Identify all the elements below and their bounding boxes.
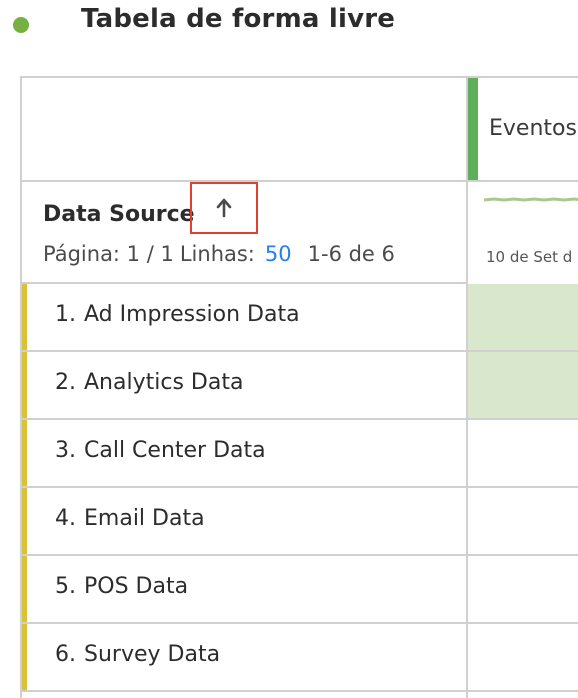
row-number: 5. [55,574,76,599]
row-text: Email Data [84,506,205,531]
row-number: 3. [55,438,76,463]
dimension-header-label[interactable]: Data Source [43,202,195,227]
row-range: 1-6 de 6 [307,242,395,266]
metric-cell[interactable] [468,284,578,352]
row-text: Survey Data [84,642,221,667]
row-number: 1. [55,302,76,327]
row-number: 2. [55,370,76,395]
table-row[interactable]: 1. Ad Impression Data [22,284,466,352]
status-dot-icon [13,17,29,33]
row-accent [22,352,27,418]
row-accent [22,556,27,622]
rows-label: Linhas: [179,242,255,266]
row-text: Ad Impression Data [84,302,300,327]
row-text: Analytics Data [84,370,244,395]
row-text: POS Data [84,574,189,599]
table-row[interactable]: 3. Call Center Data [22,420,466,488]
table-row[interactable]: 4. Email Data [22,488,466,556]
row-label[interactable]: 4. Email Data [55,506,205,531]
row-label[interactable]: 6. Survey Data [55,642,220,667]
table-row[interactable]: 2. Analytics Data [22,352,466,420]
row-label[interactable]: 3. Call Center Data [55,438,266,463]
metric-cell[interactable] [468,420,578,488]
sparkline [484,197,578,202]
row-accent [22,488,27,554]
page-indicator: Página: 1 / 1 [43,242,174,266]
dimension-header: Data Source Página: 1 / 1 Linhas: 50 1-6 de… [22,182,466,284]
metric-cell[interactable] [468,488,578,556]
row-number: 4. [55,506,76,531]
pagination: Página: 1 / 1 Linhas: 50 1-6 de 6 [43,242,395,266]
row-text: Call Center Data [84,438,266,463]
row-label[interactable]: 5. POS Data [55,574,188,599]
metric-header-eventos[interactable]: Eventos [489,116,577,141]
arrow-up-icon [216,198,232,218]
metric-cell[interactable] [468,352,578,420]
freeform-table: Eventos Data Source Página: 1 / 1 Linhas:… [20,76,578,698]
panel-header: Tabela de forma livre [0,0,578,60]
panel-title[interactable]: Tabela de forma livre [81,4,395,34]
row-accent [22,420,27,486]
row-label[interactable]: 2. Analytics Data [55,370,243,395]
sort-ascending-button[interactable] [190,182,258,234]
metric-color-bar [468,78,478,180]
row-accent [22,284,27,350]
row-accent [22,624,27,690]
date-label: 10 de Set d [486,248,573,266]
rows-per-page-dropdown[interactable]: 50 [265,242,292,266]
row-number: 6. [55,642,76,667]
row-label[interactable]: 1. Ad Impression Data [55,302,300,327]
metric-cell[interactable] [468,556,578,624]
table-row[interactable]: 5. POS Data [22,556,466,624]
